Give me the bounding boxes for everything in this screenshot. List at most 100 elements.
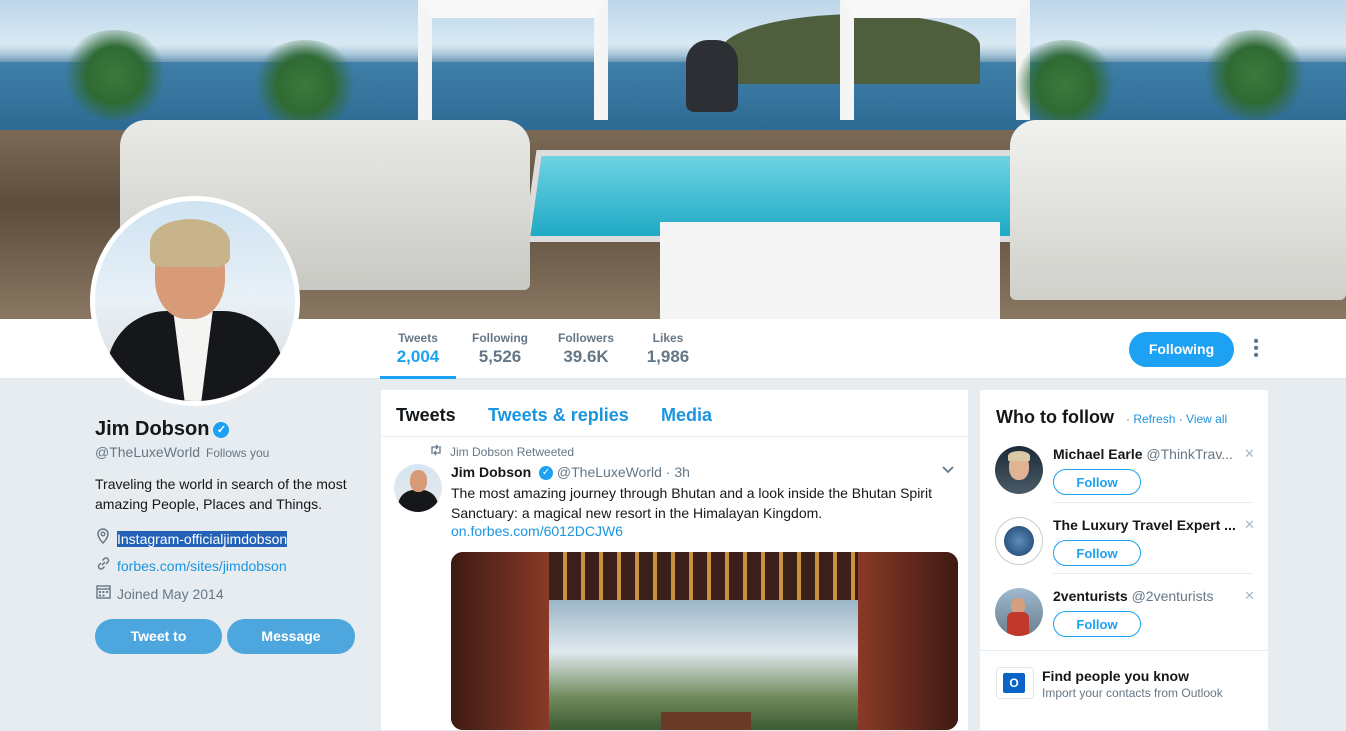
profile-avatar[interactable]: [90, 196, 300, 406]
stat-value: 2,004: [396, 347, 440, 366]
banner-palm: [60, 30, 170, 120]
tweet-author-avatar[interactable]: [394, 464, 442, 512]
avatar-body: [398, 490, 438, 512]
media-lintel: [549, 552, 858, 600]
stat-label: Following: [472, 331, 528, 345]
banner-palm: [250, 40, 360, 130]
tab-media[interactable]: Media: [661, 405, 712, 426]
media-roof: [661, 712, 751, 730]
stat-tweets[interactable]: Tweets 2,004: [380, 331, 456, 367]
dismiss-icon[interactable]: ✕: [1244, 446, 1255, 462]
media-sky: [549, 600, 858, 730]
tweet-media-image[interactable]: [451, 552, 958, 730]
verified-badge-icon: ✓: [539, 466, 554, 480]
tweet-time[interactable]: · 3h: [666, 464, 690, 480]
banner-cabana: [840, 0, 1030, 120]
more-options-icon[interactable]: • • •: [1249, 334, 1263, 364]
stat-value: 5,526: [478, 347, 522, 366]
verified-badge-icon: ✓: [213, 422, 230, 438]
link-icon: [95, 556, 111, 576]
avatar-hair: [150, 219, 230, 267]
banner-helicopter: [686, 40, 738, 112]
timeline-tabs: Tweets Tweets & replies Media: [381, 390, 968, 437]
timeline: Tweets Tweets & replies Media Jim Dobson…: [381, 390, 968, 730]
profile-website: forbes.com/sites/jimdobson: [95, 556, 287, 576]
find-people-title[interactable]: Find people you know: [1042, 668, 1189, 684]
media-door: [858, 552, 958, 730]
stat-label: Likes: [652, 331, 684, 345]
suggestion-display-name: 2venturists: [1053, 588, 1128, 604]
message-button[interactable]: Message: [227, 619, 355, 654]
suggestion-avatar[interactable]: [995, 517, 1043, 565]
follow-button[interactable]: Follow: [1053, 540, 1141, 566]
avatar-photo: [95, 201, 295, 401]
suggestion-name[interactable]: The Luxury Travel Expert ...: [1053, 517, 1243, 533]
who-to-follow-title: Who to follow: [996, 407, 1114, 427]
suggestion-handle: @ThinkTrav...: [1146, 446, 1233, 462]
location-text[interactable]: Instagram-officialjimdobson: [117, 531, 288, 547]
profile-joined: Joined May 2014: [95, 584, 224, 604]
divider: [1053, 502, 1253, 503]
profile-handle: @TheLuxeWorld Follows you: [95, 444, 269, 460]
profile-location: Instagram-officialjimdobson: [95, 528, 288, 549]
stat-likes[interactable]: Likes 1,986: [630, 331, 706, 367]
banner-palm: [1010, 40, 1120, 130]
tweet-author-name[interactable]: Jim Dobson: [451, 464, 531, 480]
retweeted-by-label[interactable]: Jim Dobson Retweeted: [450, 445, 574, 459]
stat-label: Tweets: [398, 331, 438, 345]
tweet-text: The most amazing journey through Bhutan …: [451, 485, 932, 521]
tweet-to-button[interactable]: Tweet to: [95, 619, 222, 654]
tab-tweets[interactable]: Tweets: [396, 405, 456, 426]
find-people-subtitle: Import your contacts from Outlook: [1042, 686, 1223, 700]
stat-label: Followers: [557, 331, 614, 345]
suggestion-display-name: Michael Earle: [1053, 446, 1143, 462]
suggestion-item: Michael Earle @ThinkTrav... ✕ Follow: [980, 446, 1268, 516]
suggestion-handle: @2venturists: [1131, 588, 1214, 604]
stat-followers[interactable]: Followers 39.6K: [548, 331, 624, 367]
profile-name-text: Jim Dobson: [95, 418, 210, 440]
tweet-author-handle[interactable]: @TheLuxeWorld: [557, 464, 662, 480]
website-link[interactable]: forbes.com/sites/jimdobson: [117, 558, 287, 574]
banner-cabana: [418, 0, 608, 120]
profile-handle-text: @TheLuxeWorld: [95, 444, 200, 460]
who-to-follow-links: · Refresh · View all: [1126, 412, 1227, 426]
following-button[interactable]: Following: [1129, 332, 1234, 367]
suggestion-name[interactable]: 2venturists @2venturists: [1053, 588, 1243, 604]
dismiss-icon[interactable]: ✕: [1244, 517, 1255, 533]
location-pin-icon: [95, 528, 111, 549]
outlook-icon: O: [996, 667, 1034, 699]
dismiss-icon[interactable]: ✕: [1244, 588, 1255, 604]
suggestion-name[interactable]: Michael Earle @ThinkTrav...: [1053, 446, 1243, 462]
tweet-header: Jim Dobson ✓ @TheLuxeWorld · 3h: [451, 464, 690, 480]
refresh-link[interactable]: Refresh: [1133, 412, 1175, 426]
banner-sofa: [1010, 120, 1346, 300]
avatar-face: [410, 470, 427, 492]
suggestion-display-name: The Luxury Travel Expert ...: [1053, 517, 1236, 533]
profile-bio: Traveling the world in search of the mos…: [95, 476, 347, 512]
tab-tweets-replies[interactable]: Tweets & replies: [488, 405, 629, 426]
who-to-follow-panel: Who to follow · Refresh · View all Micha…: [980, 390, 1268, 730]
retweet-icon: [429, 444, 443, 459]
divider: [1053, 573, 1253, 574]
tweet-link[interactable]: on.forbes.com/6012DCJW6: [451, 523, 623, 539]
suggestion-avatar[interactable]: [995, 446, 1043, 494]
separator-dot: ·: [1175, 412, 1187, 426]
chevron-down-icon[interactable]: [941, 462, 955, 478]
suggestion-item: The Luxury Travel Expert ... ✕ Follow: [980, 517, 1268, 587]
media-door: [451, 552, 549, 730]
view-all-link[interactable]: View all: [1186, 412, 1227, 426]
find-people-section[interactable]: O Find people you know Import your conta…: [980, 650, 1268, 731]
follow-button[interactable]: Follow: [1053, 469, 1141, 495]
stat-value: 39.6K: [563, 347, 609, 366]
joined-text: Joined May 2014: [117, 586, 224, 602]
suggestion-avatar[interactable]: [995, 588, 1043, 636]
calendar-icon: [95, 584, 111, 604]
suggestion-item: 2venturists @2venturists ✕ Follow: [980, 588, 1268, 658]
profile-name[interactable]: Jim Dobson ✓: [95, 418, 230, 441]
stat-following[interactable]: Following 5,526: [462, 331, 538, 367]
follow-button[interactable]: Follow: [1053, 611, 1141, 637]
banner-palm: [1200, 30, 1310, 120]
stat-value: 1,986: [646, 347, 690, 366]
banner-table: [660, 222, 1000, 319]
active-tab-indicator: [380, 376, 456, 379]
